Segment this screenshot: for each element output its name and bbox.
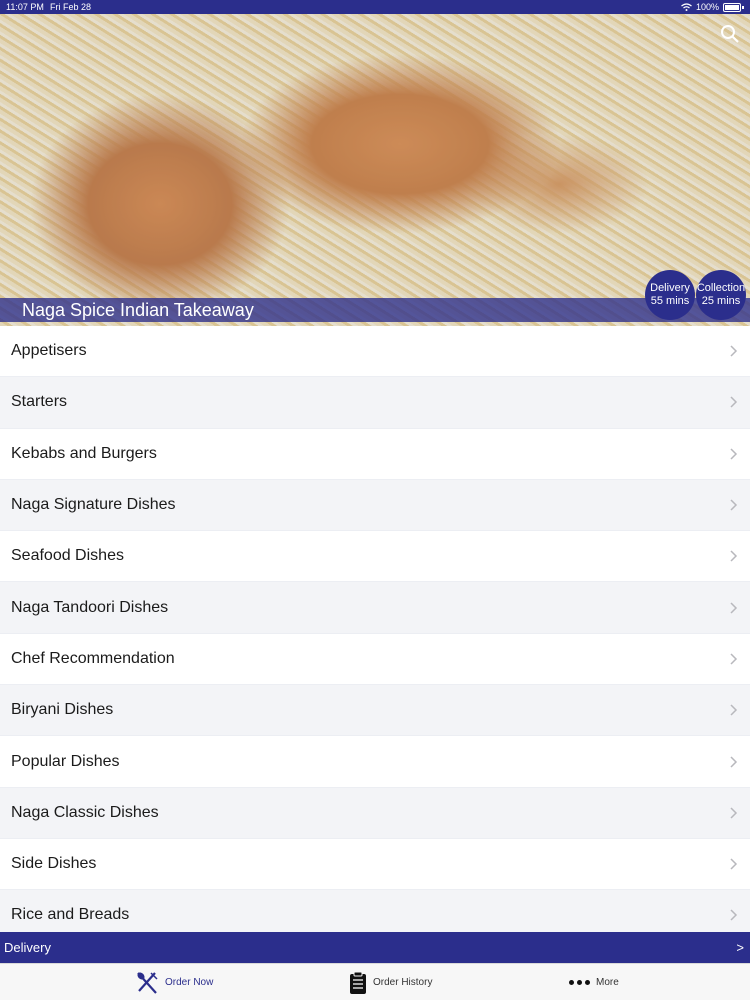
chevron-right-icon: [730, 345, 738, 357]
restaurant-name: Naga Spice Indian Takeaway: [22, 300, 254, 320]
status-right: 100%: [681, 0, 744, 14]
menu-item-label: Side Dishes: [11, 855, 97, 873]
delivery-mode-bar[interactable]: Delivery >: [0, 932, 750, 963]
battery-tip: [742, 5, 744, 9]
menu-item-label: Naga Signature Dishes: [11, 496, 176, 514]
tab-order-history[interactable]: Order History: [349, 964, 432, 1001]
menu-item-naga-signature[interactable]: Naga Signature Dishes: [0, 479, 750, 532]
status-time: 11:07 PM: [6, 2, 44, 12]
fork-knife-icon: [137, 971, 158, 994]
menu-item-label: Naga Tandoori Dishes: [11, 598, 169, 616]
delivery-mode-label: Delivery: [4, 940, 51, 955]
menu-item-label: Popular Dishes: [11, 752, 120, 770]
hero-image: [0, 14, 750, 326]
menu-item-label: Appetisers: [11, 342, 87, 360]
menu-item-label: Naga Classic Dishes: [11, 803, 159, 821]
menu-item-seafood[interactable]: Seafood Dishes: [0, 531, 750, 583]
tab-more-label: More: [596, 977, 619, 988]
menu-item-naga-tandoori[interactable]: Naga Tandoori Dishes: [0, 582, 750, 634]
menu-item-popular[interactable]: Popular Dishes: [0, 736, 750, 788]
menu-item-label: Biryani Dishes: [11, 701, 114, 719]
battery-percent: 100%: [695, 2, 719, 12]
collection-time-badge: Collection 25 mins: [696, 270, 746, 320]
hero-banner: Naga Spice Indian Takeaway Delivery 55 m…: [0, 14, 750, 326]
menu-item-side-dishes[interactable]: Side Dishes: [0, 838, 750, 891]
menu-item-label: Seafood Dishes: [11, 547, 124, 565]
menu-item-naga-classic[interactable]: Naga Classic Dishes: [0, 787, 750, 839]
chevron-right-icon: [730, 807, 738, 819]
collection-badge-time: 25 mins: [701, 295, 741, 307]
search-icon[interactable]: [720, 24, 740, 44]
menu-item-biryani[interactable]: Biryani Dishes: [0, 685, 750, 737]
more-dots-icon: [569, 980, 590, 985]
menu-item-kebabs-burgers[interactable]: Kebabs and Burgers: [0, 428, 750, 480]
status-bar: 11:07 PM Fri Feb 28 100%: [0, 0, 750, 14]
menu-item-label: Starters: [11, 393, 68, 411]
chevron-right-icon: [730, 550, 738, 562]
tab-order-history-label: Order History: [373, 977, 433, 988]
menu-item-label: Rice and Breads: [11, 906, 130, 924]
menu-item-label: Kebabs and Burgers: [11, 444, 157, 462]
chevron-right-icon: [730, 602, 738, 614]
chevron-right-icon: [730, 499, 738, 511]
chevron-right-icon: [730, 909, 738, 921]
battery-icon: [723, 2, 741, 12]
menu-item-appetisers[interactable]: Appetisers: [0, 326, 750, 378]
tab-order-now-label: Order Now: [165, 977, 214, 988]
menu-item-starters[interactable]: Starters: [0, 377, 750, 429]
chevron-right-icon: [730, 704, 738, 716]
collection-badge-label: Collection: [696, 282, 746, 294]
chevron-right-icon: [730, 755, 738, 768]
chevron-right-icon: [730, 448, 738, 460]
menu-item-chef-recommendation[interactable]: Chef Recommendation: [0, 633, 750, 686]
delivery-badge-label: Delivery: [650, 282, 690, 294]
chevron-right-icon: [730, 396, 738, 408]
clipboard-icon: [350, 971, 366, 994]
menu-item-label: Chef Recommendation: [11, 649, 175, 667]
wifi-icon: [681, 3, 692, 11]
menu-category-list: Appetisers Starters Kebabs and Burgers N…: [0, 326, 750, 942]
chevron-right-icon: [730, 858, 738, 870]
status-date: Fri Feb 28: [50, 2, 92, 12]
delivery-time-badge: Delivery 55 mins: [645, 270, 695, 320]
tab-order-now[interactable]: Order Now: [135, 964, 213, 1001]
delivery-mode-arrow: >: [736, 940, 744, 955]
chevron-right-icon: [730, 653, 738, 665]
bottom-tab-bar: Order Now Order History More: [0, 963, 750, 1000]
hero-title-bar: Naga Spice Indian Takeaway: [0, 298, 750, 322]
delivery-badge-time: 55 mins: [650, 295, 690, 307]
tab-more[interactable]: More: [569, 964, 619, 1001]
